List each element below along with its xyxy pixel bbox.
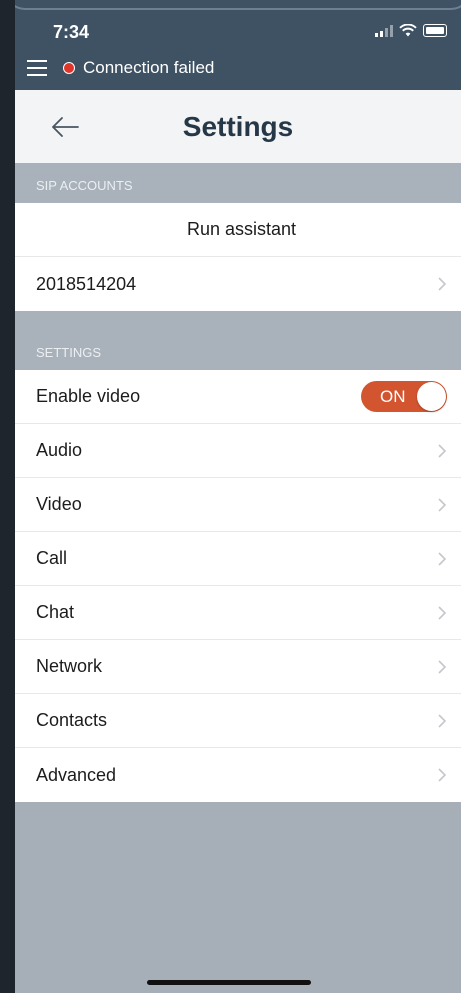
settings-item-video[interactable]: Video xyxy=(15,478,461,532)
enable-video-row: Enable video ON xyxy=(15,370,461,424)
sip-account-number: 2018514204 xyxy=(36,273,137,294)
battery-icon xyxy=(423,24,447,37)
settings-item-advanced[interactable]: Advanced xyxy=(15,748,461,802)
chevron-right-icon xyxy=(438,605,447,620)
top-bar: 7:34 Connection failed xyxy=(15,0,461,90)
chevron-right-icon xyxy=(438,443,447,458)
settings-item-label: Chat xyxy=(36,602,75,622)
settings-header: Settings xyxy=(15,90,461,163)
status-time: 7:34 xyxy=(53,22,90,42)
settings-item-audio[interactable]: Audio xyxy=(15,424,461,478)
wifi-icon xyxy=(399,24,417,37)
app-screen: 7:34 Connection failed Settings SIP ACCO… xyxy=(15,0,461,993)
toggle-state-label: ON xyxy=(380,387,406,406)
settings-list: Enable video ON Audio Video Call Chat Ne… xyxy=(15,370,461,802)
settings-item-label: Network xyxy=(36,656,103,676)
status-icons xyxy=(375,24,447,37)
settings-item-label: Advanced xyxy=(36,764,117,785)
run-assistant-button[interactable]: Run assistant xyxy=(15,203,461,257)
settings-item-contacts[interactable]: Contacts xyxy=(15,694,461,748)
run-assistant-label: Run assistant xyxy=(186,219,297,239)
page-title: Settings xyxy=(182,110,294,142)
settings-item-label: Contacts xyxy=(36,710,108,730)
connection-status-row: Connection failed xyxy=(15,50,461,86)
chevron-right-icon xyxy=(438,713,447,728)
sip-account-row[interactable]: 2018514204 xyxy=(15,257,461,311)
chevron-right-icon xyxy=(438,277,447,291)
chevron-right-icon xyxy=(438,551,447,566)
section-header-settings: SETTINGS xyxy=(15,311,461,370)
sip-accounts-list: Run assistant 2018514204 xyxy=(15,203,461,311)
signal-icon xyxy=(375,24,393,37)
connection-status-dot xyxy=(63,62,75,74)
chevron-right-icon xyxy=(438,497,447,512)
status-bar: 7:34 xyxy=(15,0,461,50)
chevron-right-icon xyxy=(438,768,447,782)
back-arrow-icon[interactable] xyxy=(51,116,79,138)
settings-item-label: Call xyxy=(36,548,68,568)
section-label: SETTINGS xyxy=(36,345,102,360)
section-label: SIP ACCOUNTS xyxy=(36,178,133,193)
chevron-right-icon xyxy=(438,659,447,674)
section-header-sip-accounts: SIP ACCOUNTS xyxy=(15,163,461,203)
settings-item-call[interactable]: Call xyxy=(15,532,461,586)
menu-icon[interactable] xyxy=(27,60,47,76)
settings-item-label: Video xyxy=(36,494,82,514)
enable-video-label: Enable video xyxy=(36,386,141,406)
enable-video-toggle[interactable]: ON xyxy=(361,381,447,412)
toggle-knob xyxy=(417,382,446,411)
home-indicator[interactable] xyxy=(147,980,311,985)
connection-status-text: Connection failed xyxy=(83,58,215,77)
settings-item-label: Audio xyxy=(36,440,83,460)
settings-item-chat[interactable]: Chat xyxy=(15,586,461,640)
settings-item-network[interactable]: Network xyxy=(15,640,461,694)
